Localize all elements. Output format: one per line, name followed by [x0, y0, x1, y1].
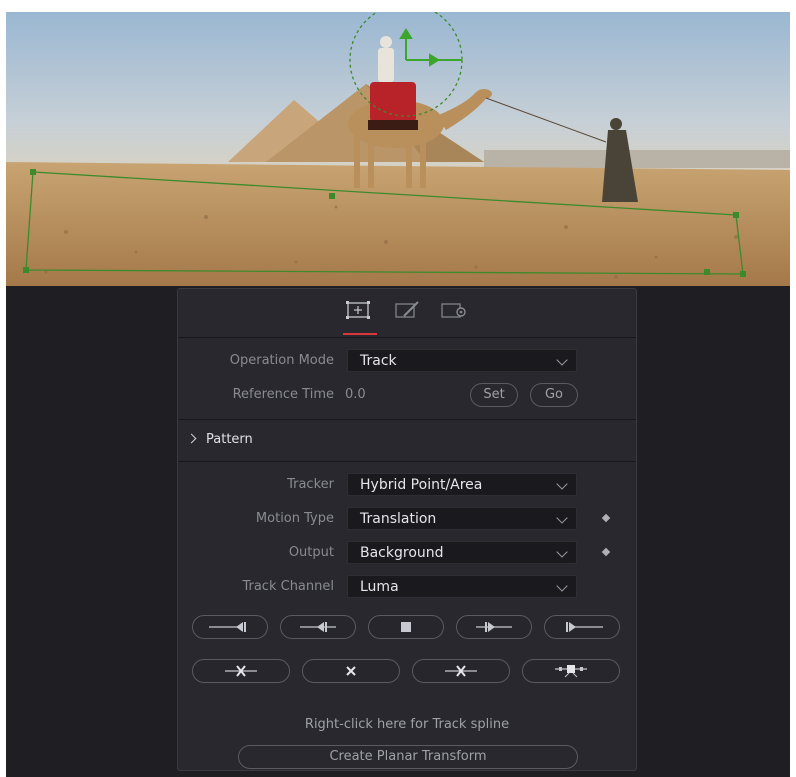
delete-track-before-button[interactable] [192, 659, 290, 683]
output-value: Background [360, 545, 444, 561]
city-haze [484, 150, 790, 168]
saddle-fringe [368, 120, 418, 130]
motion-type-dropdown[interactable]: Translation [347, 507, 577, 530]
divider [178, 337, 636, 338]
operation-mode-label: Operation Mode [229, 353, 334, 368]
chevron-down-icon [556, 512, 568, 524]
ground [6, 162, 790, 286]
chevron-down-icon [556, 478, 568, 490]
go-button[interactable]: Go [530, 383, 578, 407]
track-to-end-icon [566, 622, 603, 632]
rider [378, 36, 394, 82]
track-backward-button[interactable] [280, 615, 356, 639]
stop-icon [401, 622, 411, 632]
chevron-right-icon [186, 433, 197, 444]
output-dropdown[interactable]: Background [347, 541, 577, 564]
track-forward-button[interactable] [456, 615, 532, 639]
track-channel-label: Track Channel [242, 579, 334, 594]
motion-type-row: Motion Type Translation [178, 507, 636, 531]
track-to-end-button[interactable] [544, 615, 620, 639]
motion-type-value: Translation [360, 511, 437, 527]
track-channel-row: Track Channel Luma [178, 575, 636, 599]
app-frame: Operation Mode Track Reference Time 0.0 … [6, 12, 790, 777]
tracker-inspector-panel: Operation Mode Track Reference Time 0.0 … [177, 288, 637, 771]
motion-type-label: Motion Type [255, 511, 334, 526]
keyframe-diamond-icon[interactable] [601, 513, 611, 523]
pattern-label: Pattern [206, 432, 253, 447]
track-backward-icon [300, 622, 336, 632]
wand-edit-icon [395, 301, 419, 318]
track-to-start-button[interactable] [192, 615, 268, 639]
track-spline-hint[interactable]: Right-click here for Track spline [178, 717, 636, 732]
tracker-dropdown[interactable]: Hybrid Point/Area [347, 473, 577, 496]
operation-tab[interactable] [394, 301, 419, 319]
delete-track-button[interactable] [302, 659, 400, 683]
set-keyframe-button[interactable] [522, 659, 620, 683]
operation-mode-value: Track [360, 353, 397, 369]
gear-settings-icon [441, 303, 466, 318]
tracker-controls-tab[interactable] [346, 301, 370, 319]
operation-mode-row: Operation Mode Track [178, 349, 636, 373]
track-forward-icon [476, 622, 512, 632]
tracker-value: Hybrid Point/Area [360, 477, 483, 493]
tracker-icon [346, 301, 370, 319]
set-button[interactable]: Set [470, 383, 518, 407]
create-planar-transform-button[interactable]: Create Planar Transform [238, 745, 578, 769]
stop-tracking-button[interactable] [368, 615, 444, 639]
close-icon [346, 666, 356, 676]
tracker-row: Tracker Hybrid Point/Area [178, 473, 636, 497]
delete-before-icon [225, 665, 257, 677]
divider [178, 461, 636, 462]
reference-time-label: Reference Time [232, 387, 334, 402]
delete-track-after-button[interactable] [412, 659, 510, 683]
active-tab-underline [343, 333, 377, 335]
tracker-label: Tracker [287, 477, 334, 492]
chevron-down-icon [556, 546, 568, 558]
operation-mode-dropdown[interactable]: Track [347, 349, 577, 372]
keyframe-set-icon [555, 665, 587, 678]
pattern-section-header[interactable]: Pattern [178, 429, 636, 453]
options-tab[interactable] [440, 301, 466, 319]
keyframe-diamond-icon[interactable] [601, 547, 611, 557]
track-channel-dropdown[interactable]: Luma [347, 575, 577, 598]
reference-time-value[interactable]: 0.0 [345, 387, 366, 402]
track-channel-value: Luma [360, 579, 399, 595]
chevron-down-icon [556, 580, 568, 592]
output-row: Output Background [178, 541, 636, 565]
divider [178, 419, 636, 420]
chevron-down-icon [556, 354, 568, 366]
track-to-start-icon [209, 622, 246, 632]
viewer-image[interactable] [6, 12, 790, 286]
delete-after-icon [445, 665, 477, 677]
output-label: Output [288, 545, 334, 560]
reference-time-row: Reference Time 0.0 Set Go [178, 383, 636, 407]
